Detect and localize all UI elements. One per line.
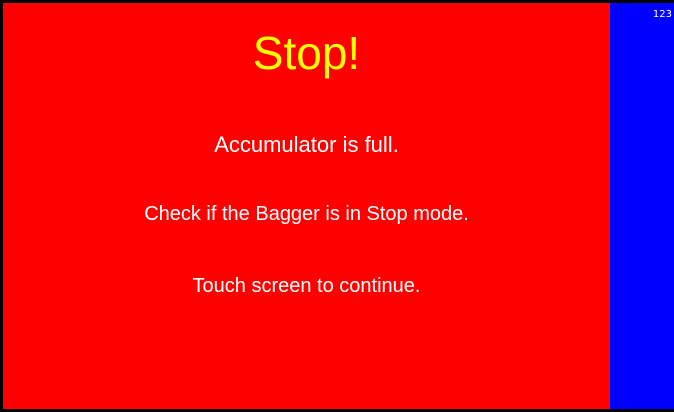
alert-title: Stop! [252, 27, 361, 79]
stop-alert-panel[interactable]: Stop! Accumulator is full. Check if the … [3, 3, 610, 409]
alert-instruction: Check if the Bagger is in Stop mode. [144, 203, 469, 225]
side-indicator-text: 123 [652, 9, 672, 20]
alert-message: Accumulator is full. [214, 132, 399, 157]
hmi-screen: Stop! Accumulator is full. Check if the … [0, 0, 674, 412]
side-panel: 123 [610, 3, 674, 409]
alert-continue-prompt: Touch screen to continue. [192, 275, 421, 297]
